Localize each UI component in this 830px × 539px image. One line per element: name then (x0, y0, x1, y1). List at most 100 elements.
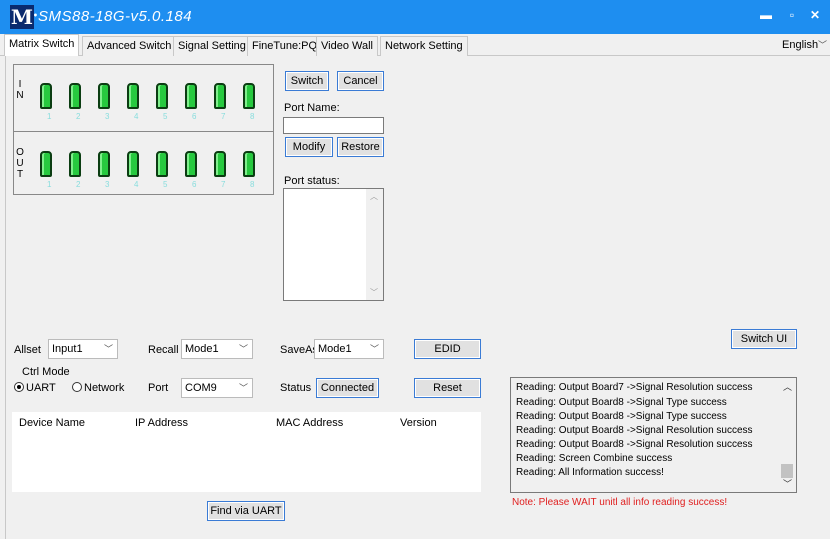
ctrl-mode-label: Ctrl Mode (22, 366, 70, 378)
output-port-number: 1 (47, 180, 52, 189)
scroll-down-icon[interactable]: ﹀ (783, 477, 792, 490)
panel-border (5, 56, 6, 539)
network-radio[interactable]: Network (72, 382, 124, 394)
recall-select[interactable]: Mode1 ﹀ (181, 339, 253, 359)
output-port-5[interactable] (156, 151, 168, 177)
output-port-6[interactable] (185, 151, 197, 177)
language-value: English (782, 39, 819, 51)
input-port-number: 6 (192, 112, 197, 121)
tab-matrix-switch[interactable]: Matrix Switch (4, 34, 80, 56)
log-line: Reading: Output Board8 ->Signal Resoluti… (516, 439, 753, 450)
output-port-8[interactable] (243, 151, 255, 177)
maximize-icon[interactable]: ▫ (783, 8, 801, 22)
switch-ui-button[interactable]: Switch UI (731, 329, 797, 349)
column-header-version[interactable]: Version (400, 417, 437, 429)
output-port-7[interactable] (214, 151, 226, 177)
output-port-number: 5 (163, 180, 168, 189)
output-port-number: 2 (76, 180, 81, 189)
output-port-number: 4 (134, 180, 139, 189)
log-line: Reading: Output Board8 ->Signal Type suc… (516, 411, 727, 422)
port-name-label: Port Name: (284, 102, 340, 114)
input-port-number: 4 (134, 112, 139, 121)
port-status-scrollbar[interactable]: ︿ ﹀ (366, 189, 383, 300)
find-via-uart-button[interactable]: Find via UART (207, 501, 285, 521)
cancel-button[interactable]: Cancel (337, 71, 384, 91)
status-label: Status (280, 382, 312, 394)
modify-button[interactable]: Modify (285, 137, 333, 157)
in-label: IN (16, 79, 24, 101)
reset-button[interactable]: Reset (414, 378, 481, 398)
input-port-number: 1 (47, 112, 52, 121)
column-header-ip-address[interactable]: IP Address (135, 417, 188, 429)
radio-selected-icon (14, 382, 24, 392)
tab-advanced-switch[interactable]: Advanced Switch (82, 36, 177, 56)
input-port-6[interactable] (185, 83, 197, 109)
port-label: Port (148, 382, 169, 394)
output-port-number: 8 (250, 180, 255, 189)
output-port-1[interactable] (40, 151, 52, 177)
scroll-down-icon[interactable]: ﹀ (370, 287, 378, 298)
chevron-down-icon: ﹀ (238, 383, 248, 393)
output-port-3[interactable] (98, 151, 110, 177)
restore-button[interactable]: Restore (337, 137, 384, 157)
scroll-thumb[interactable] (781, 464, 793, 478)
chevron-down-icon: ﹀ (369, 344, 379, 354)
tab-signal-setting[interactable]: Signal Setting (173, 36, 251, 56)
app-logo: M • (10, 5, 38, 29)
input-port-8[interactable] (243, 83, 255, 109)
tab-network-setting[interactable]: Network Setting (380, 36, 468, 56)
port-status-box: ︿ ﹀ (283, 188, 384, 301)
close-icon[interactable]: ✕ (806, 8, 824, 22)
input-port-2[interactable] (69, 83, 81, 109)
input-port-7[interactable] (214, 83, 226, 109)
window-title: SMS88-18G-v5.0.184 (38, 8, 193, 25)
input-port-3[interactable] (98, 83, 110, 109)
saveas-select[interactable]: Mode1 ﹀ (314, 339, 384, 359)
log-line: Reading: Screen Combine success (516, 453, 673, 464)
output-port-2[interactable] (69, 151, 81, 177)
allset-value: Input1 (52, 343, 83, 355)
column-header-mac-address[interactable]: MAC Address (276, 417, 343, 429)
out-label: OUT (16, 147, 24, 180)
title-bar: M • SMS88-18G-v5.0.184 ▬ ▫ ✕ (0, 0, 830, 34)
output-port-number: 3 (105, 180, 110, 189)
radio-unselected-icon (72, 382, 82, 392)
minimize-icon[interactable]: ▬ (757, 8, 775, 22)
chevron-down-icon: ﹀ (238, 344, 248, 354)
output-port-number: 7 (221, 180, 226, 189)
allset-label: Allset (14, 344, 41, 356)
saveas-label: SaveAs (280, 344, 318, 356)
chevron-down-icon: ﹀ (103, 344, 113, 354)
column-header-device-name[interactable]: Device Name (19, 417, 85, 429)
wait-note: Note: Please WAIT unitl all info reading… (512, 497, 728, 508)
input-port-1[interactable] (40, 83, 52, 109)
output-port-4[interactable] (127, 151, 139, 177)
matrix-panel: IN OUT 1 2 3 4 5 6 7 8 1 2 3 4 5 6 7 8 (13, 64, 274, 195)
recall-label: Recall (148, 344, 179, 356)
language-select[interactable]: English ﹀ (778, 37, 830, 55)
log-scrollbar[interactable]: ︿ ﹀ (779, 378, 796, 492)
port-name-input[interactable] (283, 117, 384, 134)
input-port-number: 7 (221, 112, 226, 121)
log-line: Reading: Output Board7 ->Signal Resoluti… (516, 382, 753, 393)
chevron-down-icon: ﹀ (817, 40, 827, 50)
port-value: COM9 (185, 382, 217, 394)
input-port-number: 5 (163, 112, 168, 121)
scroll-up-icon[interactable]: ︿ (783, 380, 792, 393)
input-port-4[interactable] (127, 83, 139, 109)
port-status-label: Port status: (284, 175, 340, 187)
tab-finetune-pq[interactable]: FineTune:PQ (247, 36, 323, 56)
tab-bar: Matrix Switch Advanced Switch Signal Set… (0, 34, 830, 56)
input-port-number: 8 (250, 112, 255, 121)
scroll-up-icon[interactable]: ︿ (370, 191, 378, 202)
switch-button[interactable]: Switch (285, 71, 329, 91)
uart-radio[interactable]: UART (14, 382, 56, 394)
log-line: Reading: Output Board8 ->Signal Resoluti… (516, 425, 753, 436)
port-select[interactable]: COM9 ﹀ (181, 378, 253, 398)
edid-button[interactable]: EDID (414, 339, 481, 359)
log-box: Reading: Output Board7 ->Signal Resoluti… (510, 377, 797, 493)
input-port-5[interactable] (156, 83, 168, 109)
input-port-number: 3 (105, 112, 110, 121)
allset-select[interactable]: Input1 ﹀ (48, 339, 118, 359)
tab-video-wall[interactable]: Video Wall (316, 36, 378, 56)
